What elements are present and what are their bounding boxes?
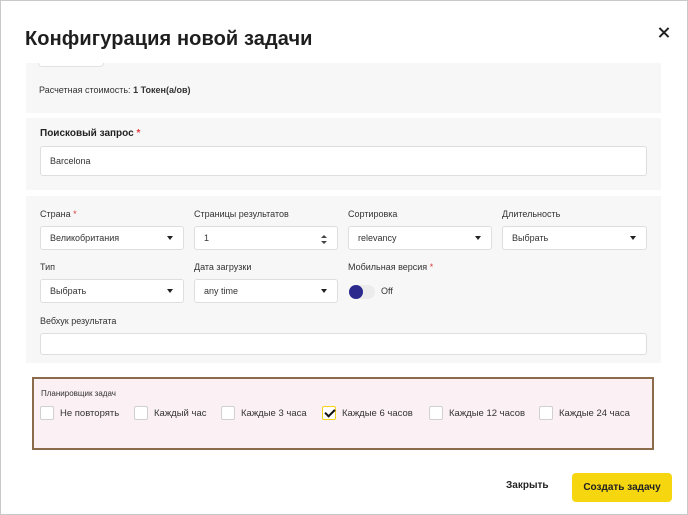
country-label: Страна *	[40, 209, 77, 219]
mobile-toggle-state: Off	[381, 286, 393, 296]
search-query-value: Barcelona	[50, 156, 91, 166]
option-label: Каждые 24 часа	[559, 407, 630, 419]
country-select[interactable]: Великобритания	[40, 226, 184, 250]
new-task-dialog: Конфигурация новой задачи Расчетная стои…	[0, 0, 688, 515]
checkbox[interactable]	[539, 406, 553, 420]
duration-select[interactable]: Выбрать	[502, 226, 647, 250]
mobile-label-text: Мобильная версия	[348, 262, 428, 272]
option-label: Каждые 12 часов	[449, 407, 526, 419]
checkbox-checked[interactable]	[322, 406, 336, 420]
schedule-option-6h[interactable]: Каждые 6 часов	[322, 405, 413, 421]
cost-value: 1 Токен(а/ов)	[133, 85, 191, 95]
chevron-down-icon	[167, 289, 173, 293]
scheduler-label: Планировщик задач	[41, 389, 116, 398]
checkbox[interactable]	[40, 406, 54, 420]
spin-up-icon[interactable]	[321, 235, 327, 238]
params-panel: Страна * Страницы результатов Сортировка…	[26, 196, 661, 363]
upload-date-label: Дата загрузки	[194, 262, 252, 272]
option-label: Не повторять	[60, 407, 120, 419]
pages-stepper[interactable]: 1	[194, 226, 338, 250]
sort-label: Сортировка	[348, 209, 398, 219]
webhook-label: Вебхук результата	[40, 316, 117, 326]
schedule-option-3h[interactable]: Каждые 3 часа	[221, 405, 307, 421]
search-query-input[interactable]: Barcelona	[40, 146, 647, 176]
query-panel: Поисковый запрос * Barcelona	[26, 118, 661, 190]
chevron-down-icon	[630, 236, 636, 240]
country-value: Великобритания	[50, 233, 120, 243]
cost-label: Расчетная стоимость:	[39, 85, 131, 95]
type-label: Тип	[40, 262, 56, 272]
sort-value: relevancy	[358, 233, 397, 243]
query-label-text: Поисковый запрос	[40, 128, 134, 139]
sort-select[interactable]: relevancy	[348, 226, 492, 250]
task-scheduler: Планировщик задач Не повторять Каждый ча…	[32, 377, 654, 450]
pages-value: 1	[204, 233, 210, 243]
pages-label: Страницы результатов	[194, 209, 289, 219]
schedule-option-hourly[interactable]: Каждый час	[134, 405, 206, 421]
close-icon[interactable]	[654, 23, 674, 43]
mobile-version-toggle[interactable]	[349, 285, 375, 299]
chevron-down-icon	[321, 289, 327, 293]
close-button[interactable]: Закрыть	[506, 480, 549, 491]
mobile-version-label: Мобильная версия *	[348, 262, 433, 272]
required-mark: *	[136, 128, 141, 139]
toggle-knob	[349, 285, 363, 299]
estimated-cost: Расчетная стоимость: 1 Токен(а/ов)	[39, 85, 190, 95]
checkbox[interactable]	[429, 406, 443, 420]
checkbox[interactable]	[134, 406, 148, 420]
option-label: Каждые 3 часа	[241, 407, 307, 419]
duration-label: Длительность	[502, 209, 561, 219]
required-mark: *	[429, 262, 434, 272]
chevron-down-icon	[167, 236, 173, 240]
spin-down-icon[interactable]	[321, 241, 327, 244]
required-mark: *	[73, 209, 77, 219]
query-label: Поисковый запрос *	[40, 128, 140, 139]
option-label: Каждый час	[154, 407, 207, 419]
type-value: Выбрать	[50, 286, 87, 296]
checkbox[interactable]	[221, 406, 235, 420]
upload-date-select[interactable]: any time	[194, 279, 338, 303]
chevron-down-icon	[475, 236, 481, 240]
schedule-option-12h[interactable]: Каждые 12 часов	[429, 405, 525, 421]
webhook-input[interactable]	[40, 333, 647, 355]
duration-value: Выбрать	[512, 233, 549, 243]
option-label: Каждые 6 часов	[342, 407, 413, 419]
schedule-option-no-repeat[interactable]: Не повторять	[40, 405, 119, 421]
country-label-text: Страна	[40, 209, 71, 219]
schedule-option-24h[interactable]: Каждые 24 часа	[539, 405, 630, 421]
create-task-button[interactable]: Создать задачу	[572, 473, 672, 502]
tab-stub	[38, 63, 104, 67]
dialog-title: Конфигурация новой задачи	[25, 28, 313, 50]
cost-panel: Расчетная стоимость: 1 Токен(а/ов)	[26, 63, 661, 113]
type-select[interactable]: Выбрать	[40, 279, 184, 303]
upload-date-value: any time	[204, 286, 239, 296]
